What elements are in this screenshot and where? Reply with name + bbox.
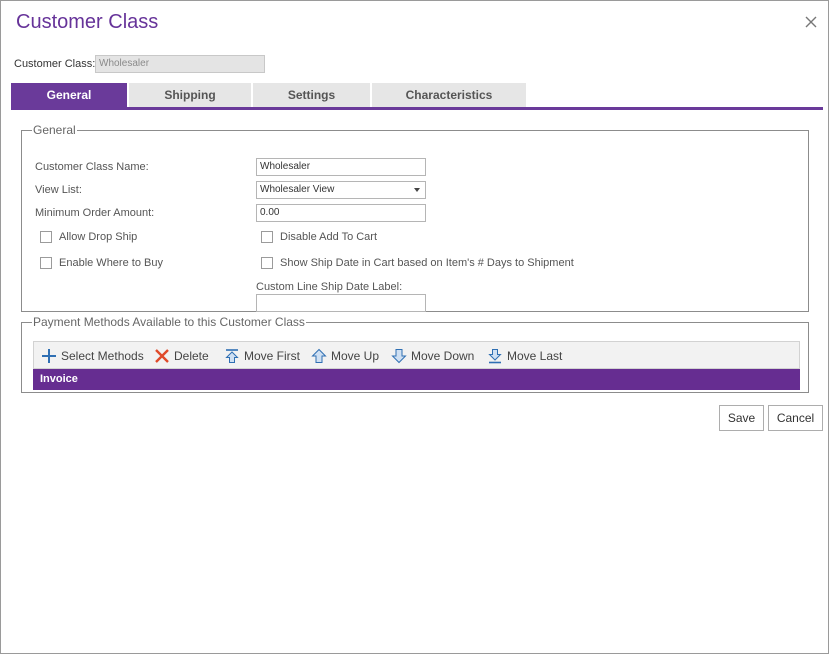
customer-class-value: Wholesaler	[95, 55, 265, 73]
enable-where-to-buy-checkbox[interactable]	[40, 257, 52, 269]
move-first-button[interactable]: Move First	[224, 346, 304, 366]
tab-shipping[interactable]: Shipping	[129, 83, 251, 107]
move-first-label: Move First	[244, 349, 301, 363]
save-button[interactable]: Save	[719, 405, 764, 431]
dialog-title: Customer Class	[16, 11, 159, 33]
move-first-icon	[225, 349, 239, 363]
view-list-select[interactable]: Wholesaler View	[256, 181, 426, 199]
customer-class-dialog: Customer Class Customer Class: Wholesale…	[0, 0, 829, 654]
move-down-label: Move Down	[411, 349, 475, 363]
chevron-down-icon	[414, 188, 420, 192]
payment-methods-legend: Payment Methods Available to this Custom…	[33, 315, 305, 329]
move-up-button[interactable]: Move Up	[311, 346, 383, 366]
tab-characteristics[interactable]: Characteristics	[372, 83, 526, 107]
view-list-label: View List:	[35, 184, 82, 196]
tab-general[interactable]: General	[11, 83, 127, 107]
tab-underline	[11, 107, 823, 110]
allow-drop-ship-checkbox[interactable]	[40, 231, 52, 243]
general-fieldset: General Customer Class Name: Wholesaler …	[21, 123, 809, 312]
custom-line-ship-date-input[interactable]	[256, 294, 426, 312]
move-last-icon	[488, 349, 502, 364]
general-legend: General	[33, 123, 76, 137]
customer-class-name-label: Customer Class Name:	[35, 161, 149, 173]
cancel-button[interactable]: Cancel	[768, 405, 823, 431]
custom-line-ship-date-label: Custom Line Ship Date Label:	[256, 281, 403, 293]
list-item[interactable]: Invoice	[33, 369, 800, 390]
select-methods-label: Select Methods	[61, 349, 144, 363]
arrow-down-icon	[391, 349, 407, 364]
move-last-button[interactable]: Move Last	[487, 346, 567, 366]
move-up-label: Move Up	[331, 349, 380, 363]
close-icon[interactable]	[801, 12, 821, 32]
minimum-order-amount-label: Minimum Order Amount:	[35, 207, 155, 219]
enable-where-to-buy-label: Enable Where to Buy	[59, 257, 163, 269]
show-ship-date-checkbox[interactable]	[261, 257, 273, 269]
arrow-up-icon	[311, 348, 327, 363]
delete-x-icon	[155, 349, 169, 363]
show-ship-date-label: Show Ship Date in Cart based on Item's #…	[280, 257, 574, 269]
plus-icon	[42, 349, 56, 363]
delete-label: Delete	[174, 349, 209, 363]
customer-class-label: Customer Class:	[14, 58, 96, 70]
minimum-order-amount-input[interactable]: 0.00	[256, 204, 426, 222]
select-methods-button[interactable]: Select Methods	[41, 346, 146, 366]
allow-drop-ship-label: Allow Drop Ship	[59, 231, 138, 243]
customer-class-name-input[interactable]: Wholesaler	[256, 158, 426, 176]
delete-button[interactable]: Delete	[154, 346, 214, 366]
disable-add-to-cart-checkbox[interactable]	[261, 231, 273, 243]
tab-settings[interactable]: Settings	[253, 83, 370, 107]
move-last-label: Move Last	[507, 349, 563, 363]
move-down-button[interactable]: Move Down	[391, 346, 476, 366]
payment-methods-fieldset: Payment Methods Available to this Custom…	[21, 315, 809, 393]
payment-toolbar: Select Methods Delete Move First Move Up…	[33, 341, 800, 369]
disable-add-to-cart-label: Disable Add To Cart	[280, 231, 378, 243]
view-list-selected: Wholesaler View	[260, 184, 335, 195]
